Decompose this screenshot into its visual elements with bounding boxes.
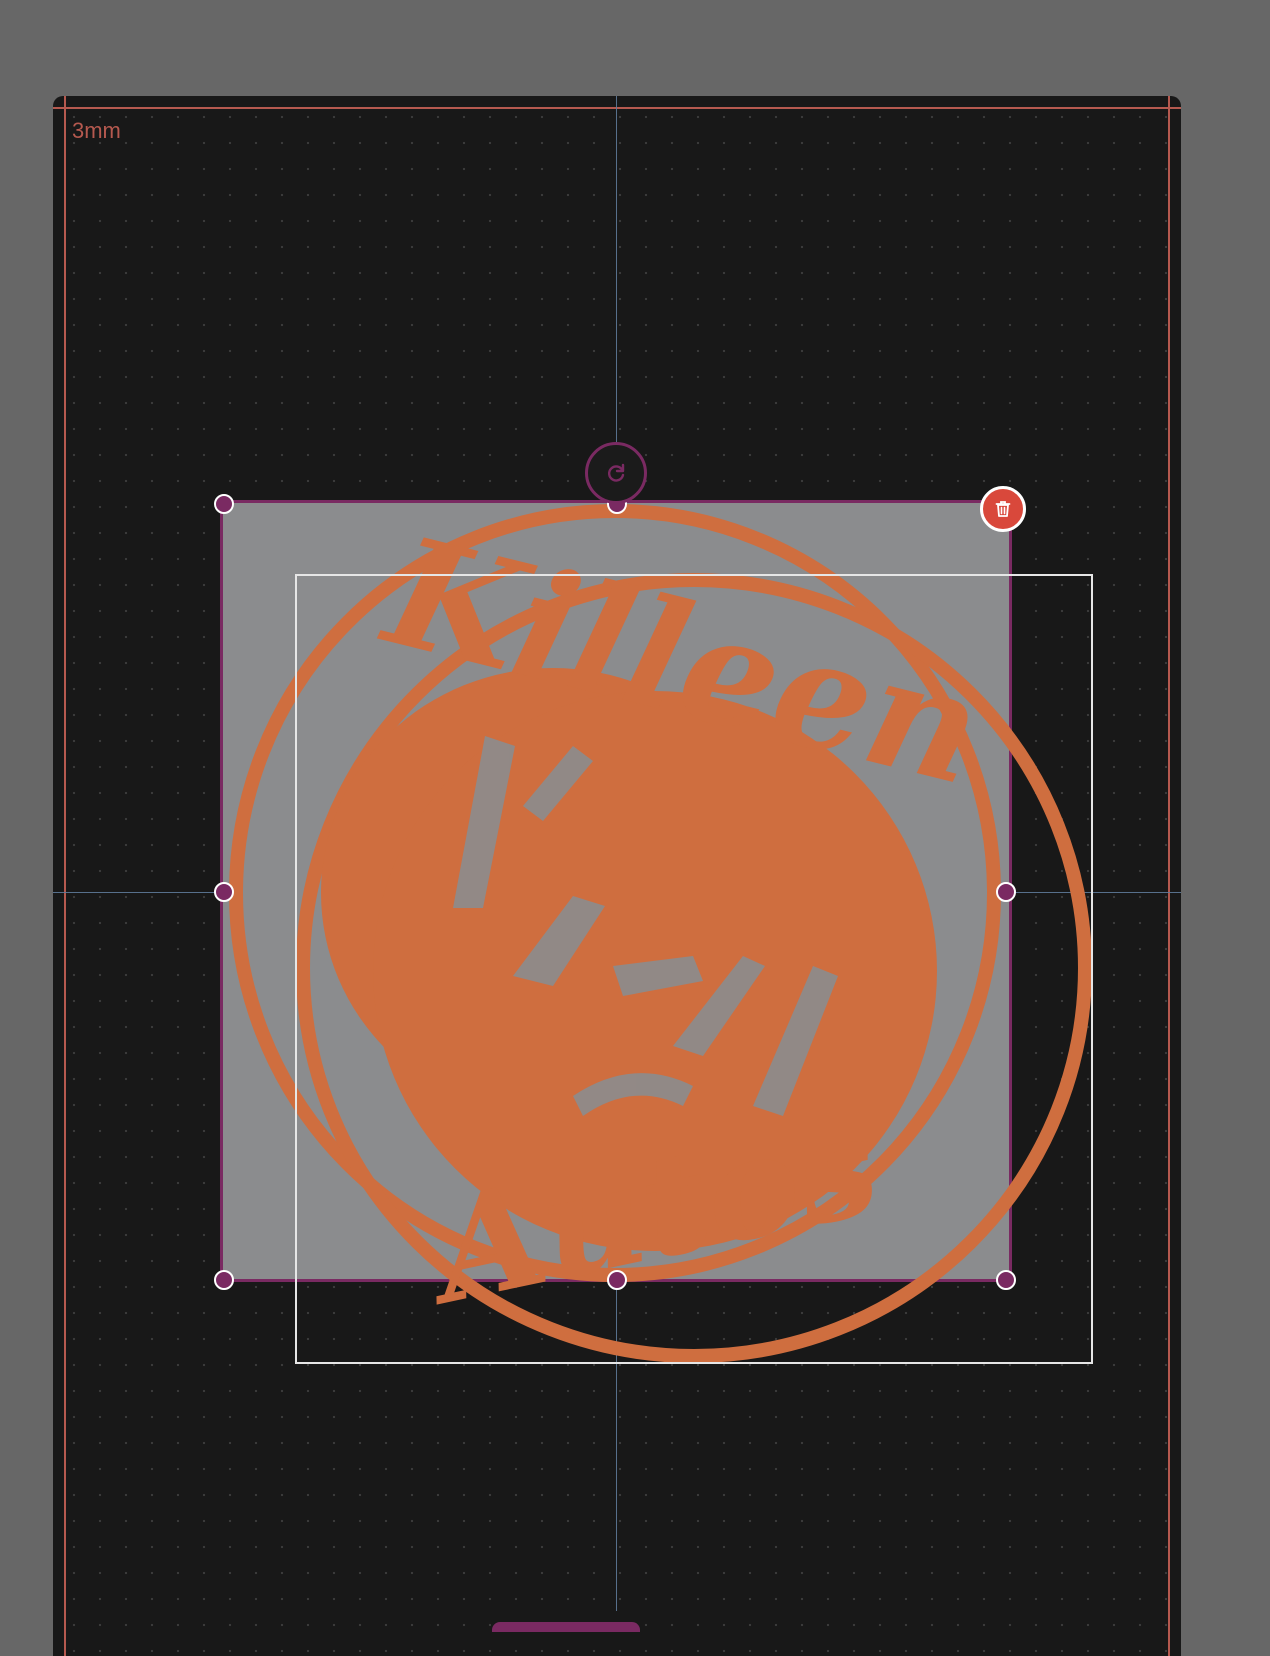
resize-handle-bottom-left[interactable]: [214, 1270, 234, 1290]
resize-handle-bottom-center[interactable]: [607, 1270, 627, 1290]
image-bounds-frame: [295, 574, 1093, 1364]
artboard[interactable]: 3mm Killeen Autos: [53, 96, 1181, 1656]
resize-handle-top-left[interactable]: [214, 494, 234, 514]
resize-handle-middle-left[interactable]: [214, 882, 234, 902]
bottom-toolbar-tab[interactable]: [492, 1622, 640, 1632]
resize-handle-middle-right[interactable]: [996, 882, 1016, 902]
rotate-icon: [608, 463, 625, 482]
resize-handle-bottom-right[interactable]: [996, 1270, 1016, 1290]
trash-icon: [995, 501, 1011, 517]
rotate-button[interactable]: [585, 442, 647, 504]
delete-button[interactable]: [980, 486, 1026, 532]
